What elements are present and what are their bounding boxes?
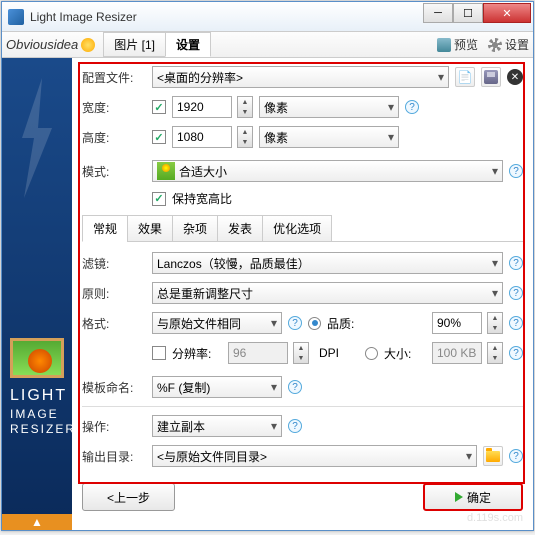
window-title: Light Image Resizer: [30, 10, 423, 24]
subtabs: 常规 效果 杂项 发表 优化选项: [82, 215, 523, 242]
output-select[interactable]: <与原始文件同目录>: [152, 445, 477, 467]
size-spinner[interactable]: ▲▼: [487, 342, 503, 364]
preview-button[interactable]: 预览: [437, 36, 478, 53]
filter-label: 滤镜:: [82, 255, 146, 272]
output-help-icon[interactable]: ?: [509, 449, 523, 463]
watermark: d.119s.com: [467, 512, 523, 524]
subtab-misc[interactable]: 杂项: [172, 215, 218, 242]
tab-pictures[interactable]: 图片 [1]: [103, 32, 166, 57]
format-select[interactable]: 与原始文件相同: [152, 312, 282, 334]
width-input[interactable]: [172, 96, 232, 118]
size-label: 大小:: [384, 345, 411, 362]
mode-help-icon[interactable]: ?: [509, 164, 523, 178]
aspect-checkbox[interactable]: [152, 192, 166, 206]
sidebar: LIGHT IMAGE RESIZER ▲: [2, 58, 72, 530]
height-checkbox[interactable]: [152, 130, 166, 144]
resolution-input: [228, 342, 288, 364]
sidebar-image-icon: [10, 338, 64, 378]
resolution-spinner[interactable]: ▲▼: [293, 342, 309, 364]
resolution-label: 分辨率:: [172, 345, 222, 362]
back-button[interactable]: <上一步: [82, 483, 175, 511]
height-label: 高度:: [82, 129, 146, 146]
minimize-button[interactable]: ─: [423, 3, 453, 23]
format-help-icon[interactable]: ?: [288, 316, 302, 330]
policy-help-icon[interactable]: ?: [509, 286, 523, 300]
width-unit-select[interactable]: 像素: [259, 96, 399, 118]
new-profile-button[interactable]: 📄: [455, 67, 475, 87]
lightning-icon: [12, 78, 62, 198]
height-spinner[interactable]: ▲▼: [237, 126, 253, 148]
size-help-icon[interactable]: ?: [509, 346, 523, 360]
tab-settings[interactable]: 设置: [165, 32, 211, 57]
ok-button[interactable]: 确定: [423, 483, 523, 511]
policy-select[interactable]: 总是重新调整尺寸: [152, 282, 503, 304]
settings-button[interactable]: 设置: [488, 36, 529, 53]
toolbar: Obviousidea 图片 [1] 设置 预览 设置: [2, 32, 533, 58]
filter-select[interactable]: Lanczos（较慢，品质最佳）: [152, 252, 503, 274]
mode-icon: [157, 162, 175, 180]
quality-radio[interactable]: [308, 317, 321, 330]
height-input[interactable]: [172, 126, 232, 148]
width-label: 宽度:: [82, 99, 146, 116]
mask-label: 模板命名:: [82, 379, 146, 396]
action-label: 操作:: [82, 418, 146, 435]
resolution-unit: DPI: [319, 346, 339, 360]
policy-label: 原则:: [82, 285, 146, 302]
mask-help-icon[interactable]: ?: [288, 380, 302, 394]
resolution-checkbox[interactable]: [152, 346, 166, 360]
size-radio[interactable]: [365, 347, 378, 360]
width-spinner[interactable]: ▲▼: [237, 96, 253, 118]
save-profile-button[interactable]: [481, 67, 501, 87]
browse-folder-button[interactable]: [483, 446, 503, 466]
settings-panel: 配置文件: <桌面的分辨率> 📄 ✕ 宽度: ▲▼ 像素 ? 高度: ▲▼ 像素: [72, 58, 533, 530]
preview-icon: [437, 38, 451, 52]
quality-input[interactable]: [432, 312, 482, 334]
brand: Obviousidea: [6, 37, 95, 52]
sidebar-expand-button[interactable]: ▲: [2, 514, 72, 530]
mode-select[interactable]: 合适大小: [152, 160, 503, 182]
sidebar-title: LIGHT IMAGE RESIZER: [2, 378, 72, 446]
subtab-general[interactable]: 常规: [82, 215, 128, 242]
width-help-icon[interactable]: ?: [405, 100, 419, 114]
folder-icon: [486, 451, 500, 462]
quality-help-icon[interactable]: ?: [509, 316, 523, 330]
profile-select[interactable]: <桌面的分辨率>: [152, 66, 449, 88]
action-help-icon[interactable]: ?: [288, 419, 302, 433]
app-icon: [8, 9, 24, 25]
quality-spinner[interactable]: ▲▼: [487, 312, 503, 334]
subtab-publish[interactable]: 发表: [217, 215, 263, 242]
subtab-effects[interactable]: 效果: [127, 215, 173, 242]
output-label: 输出目录:: [82, 448, 146, 465]
play-icon: [455, 492, 463, 502]
mode-label: 模式:: [82, 163, 146, 180]
height-unit-select[interactable]: 像素: [259, 126, 399, 148]
format-label: 格式:: [82, 315, 146, 332]
mask-select[interactable]: %F (复制): [152, 376, 282, 398]
delete-profile-button[interactable]: ✕: [507, 69, 523, 85]
save-icon: [484, 70, 498, 84]
maximize-button[interactable]: ☐: [453, 3, 483, 23]
close-button[interactable]: ✕: [483, 3, 531, 23]
titlebar: Light Image Resizer ─ ☐ ✕: [2, 2, 533, 32]
profile-label: 配置文件:: [82, 69, 146, 86]
filter-help-icon[interactable]: ?: [509, 256, 523, 270]
gear-icon: [488, 38, 502, 52]
action-select[interactable]: 建立副本: [152, 415, 282, 437]
subtab-optimize[interactable]: 优化选项: [262, 215, 332, 242]
bulb-icon: [81, 38, 95, 52]
size-input: [432, 342, 482, 364]
quality-label: 品质:: [327, 315, 354, 332]
aspect-label: 保持宽高比: [172, 190, 232, 207]
width-checkbox[interactable]: [152, 100, 166, 114]
